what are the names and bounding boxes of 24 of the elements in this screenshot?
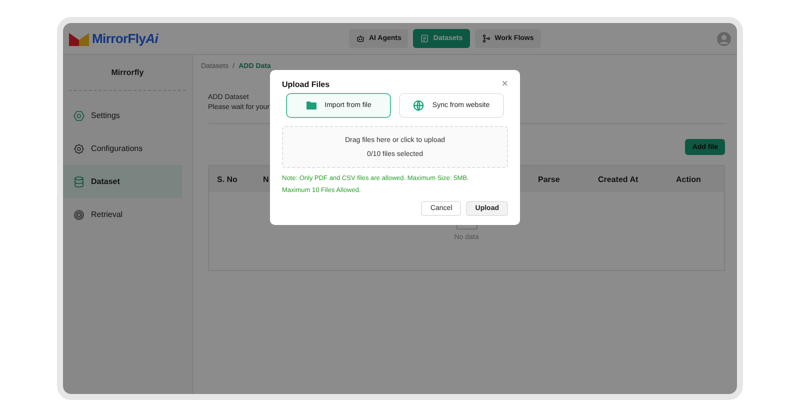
sidebar-item[interactable]: Retrieval [63, 198, 182, 231]
database-icon [73, 176, 85, 188]
document-icon [420, 34, 430, 43]
sidebar-item[interactable]: Configurations [63, 132, 182, 165]
folder-icon [306, 101, 317, 110]
sidebar-item[interactable]: Settings [63, 99, 182, 132]
dialog-title: Upload Files [282, 80, 330, 89]
settings-icon [73, 110, 85, 122]
globe-icon [413, 100, 424, 111]
column-header: Parse [538, 174, 560, 184]
column-header: N [263, 174, 269, 184]
robot-icon [356, 34, 365, 43]
workspace-title: Mirrorfly [111, 68, 144, 77]
gear-icon [73, 142, 85, 154]
column-header: S. No [217, 174, 238, 184]
flow-icon [482, 34, 491, 43]
avatar-icon[interactable] [717, 32, 731, 46]
sidebar-item[interactable]: Dataset [63, 165, 182, 198]
column-header: Created At [598, 174, 638, 184]
logo-text: MirrorFlyAi [92, 31, 158, 46]
close-button[interactable]: × [502, 79, 508, 90]
logo-icon [69, 32, 89, 46]
target-icon [73, 208, 85, 220]
column-header: Action [676, 174, 701, 184]
